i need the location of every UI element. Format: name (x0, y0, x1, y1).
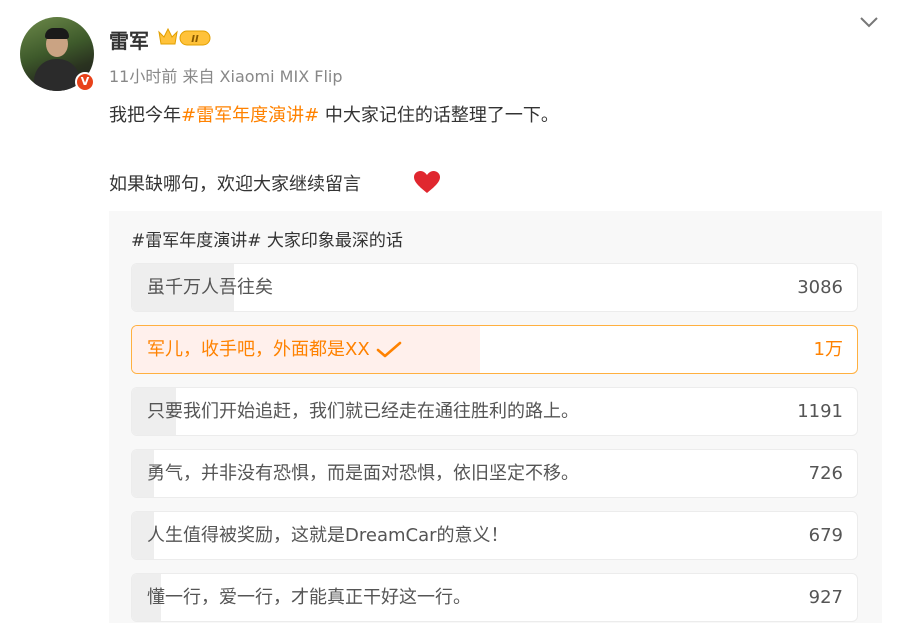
crown-level-icon[interactable]: II (157, 26, 213, 48)
svg-text:II: II (191, 34, 199, 45)
post-time[interactable]: 11小时前 (109, 67, 177, 86)
chevron-down-icon[interactable] (859, 15, 879, 29)
text-after: 中大家记住的话整理了一下。 (319, 105, 559, 126)
verified-badge-icon: V (75, 72, 95, 92)
poll-option-label: 懂一行，爱一行，才能真正干好这一行。 (147, 587, 471, 608)
poll-option-selected[interactable]: 军儿，收手吧，外面都是XX 1万 (131, 325, 858, 374)
poll-option-label: 人生值得被奖励，这就是DreamCar的意义！ (147, 525, 509, 546)
poll-option-count: 1191 (797, 401, 843, 422)
poll-option-count: 1万 (813, 339, 843, 360)
poll-option[interactable]: 只要我们开始追赶，我们就已经走在通往胜利的路上。 1191 (131, 387, 858, 436)
poll-title: #雷军年度演讲# 大家印象最深的话 (131, 231, 403, 251)
post-text-line1: 我把今年#雷军年度演讲# 中大家记住的话整理了一下。 (109, 101, 559, 127)
avatar-hair (45, 28, 69, 39)
topic-link[interactable]: #雷军年度演讲# (181, 105, 319, 126)
post-text-line2: 如果缺哪句，欢迎大家继续留言 (109, 174, 361, 195)
poll-option[interactable]: 懂一行，爱一行，才能真正干好这一行。 927 (131, 573, 858, 622)
text-before: 我把今年 (109, 105, 181, 126)
poll-option-label: 军儿，收手吧，外面都是XX (147, 326, 402, 373)
heart-icon (414, 171, 440, 193)
post-source: 来自 Xiaomi MIX Flip (182, 67, 343, 86)
checkmark-icon (376, 341, 401, 358)
poll-option[interactable]: 虽千万人吾往矣 3086 (131, 263, 858, 312)
poll-option-count: 726 (808, 463, 843, 484)
poll-option[interactable]: 勇气，并非没有恐惧，而是面对恐惧，依旧坚定不移。 726 (131, 449, 858, 498)
poll-option-count: 679 (808, 525, 843, 546)
post-meta: 11小时前 来自 Xiaomi MIX Flip (109, 63, 343, 87)
poll-card: #雷军年度演讲# 大家印象最深的话 虽千万人吾往矣 3086 军儿，收手吧，外面… (109, 211, 882, 623)
poll-option-count: 3086 (797, 277, 843, 298)
poll-option-count: 927 (808, 587, 843, 608)
poll-option-label: 勇气，并非没有恐惧，而是面对恐惧，依旧坚定不移。 (147, 463, 579, 484)
author-name[interactable]: 雷军 (109, 25, 149, 54)
poll-option-label: 虽千万人吾往矣 (147, 277, 273, 298)
poll-option-text: 军儿，收手吧，外面都是XX (147, 339, 370, 360)
poll-option-label: 只要我们开始追赶，我们就已经走在通往胜利的路上。 (147, 401, 579, 422)
poll-option[interactable]: 人生值得被奖励，这就是DreamCar的意义！ 679 (131, 511, 858, 560)
avatar-shirt (34, 59, 80, 91)
